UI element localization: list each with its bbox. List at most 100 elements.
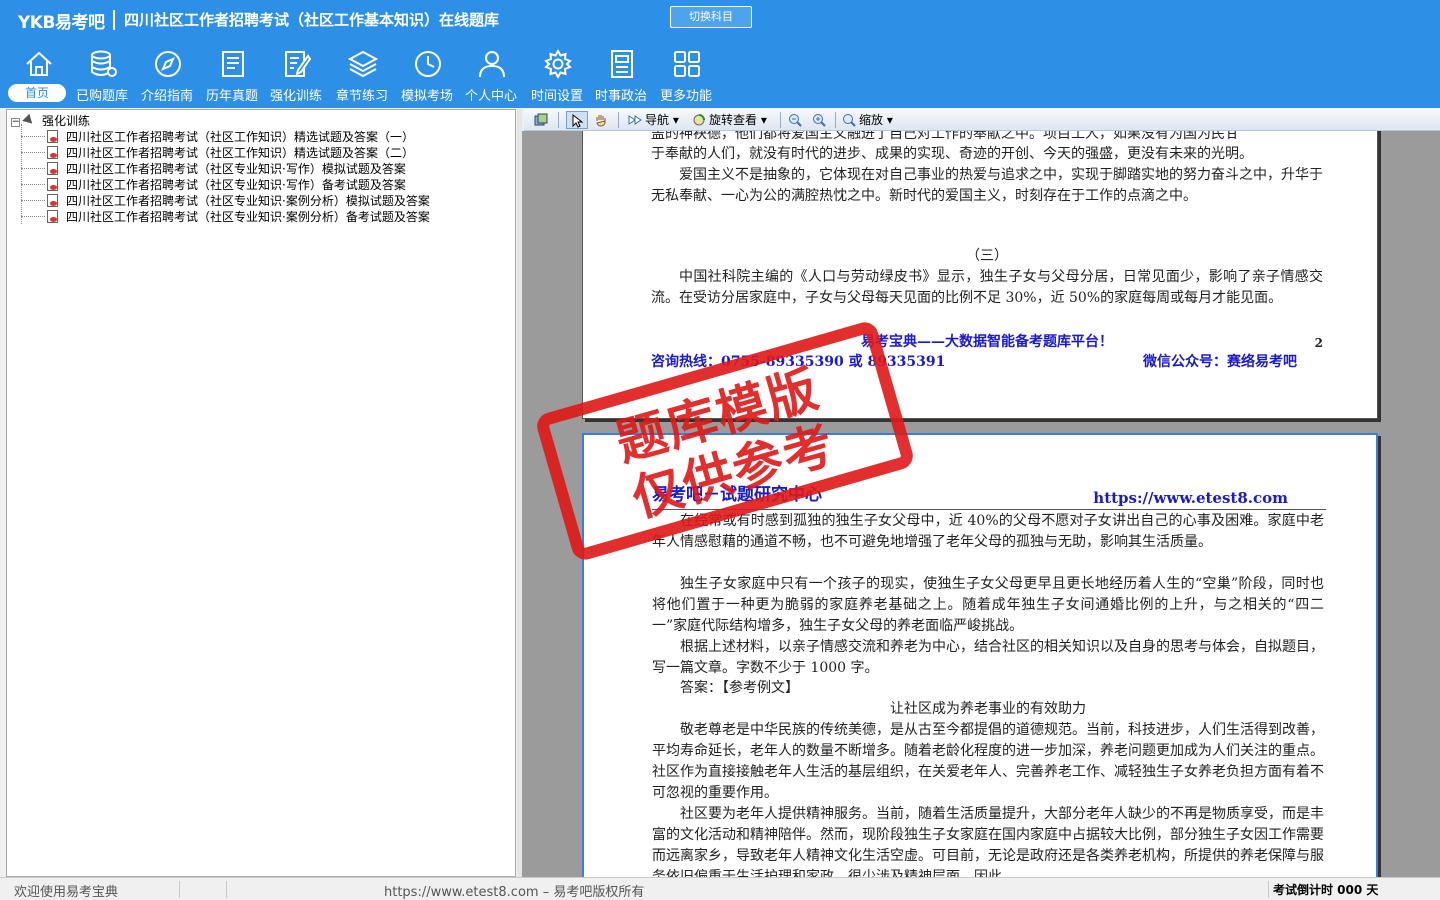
navigation-label: 导航 [645,113,670,127]
status-welcome: 欢迎使用易考宝典 [14,885,119,900]
cursor-arrow-icon [572,114,584,128]
tree-item-label: 四川社区工作者招聘考试（社区工作知识）精选试题及答案（二） [66,146,415,160]
gear-icon [542,48,574,80]
exam-countdown: 考试倒计时 000 天 [1273,883,1379,897]
status-separator [226,881,227,898]
nav-item-4[interactable]: 历年真题 [202,44,262,104]
page-header-left: 易考吧－试题研究中心 [652,485,822,505]
status-bar: 欢迎使用易考宝典 https://www.etest8.com – 易考吧版权所… [0,877,1440,900]
news-icon [606,48,638,80]
tree-item[interactable]: 四川社区工作者招聘考试（社区专业知识·案例分析）备考试题及答案 [47,208,430,224]
document-page: 盖的神袂德，他们都将爱国主义融进了自己对工作的奉献之中。项目工人，如果没有为国为… [582,131,1378,419]
paragraph: 根据上述材料，以亲子情感交流和养老为中心，结合社区的相关知识以及自身的思考与体会… [652,639,1324,676]
footer-wechat: 微信公众号：赛络易考吧 [1143,354,1297,370]
tree-item-label: 四川社区工作者招聘考试（社区专业知识·写作）模拟试题及答案 [66,162,406,176]
rotate-icon [693,114,705,126]
tree-connector [21,168,45,169]
zoom-out-button[interactable] [788,111,805,129]
page-number: 2 [1314,336,1323,350]
nav-item-5[interactable]: 强化训练 [266,44,326,104]
zoom-out-icon [789,114,802,127]
clock-icon [412,48,444,80]
edit-document-icon [281,48,313,80]
navigation-menu[interactable]: 导航 ▾ [628,111,679,129]
exam-document-icon [47,178,58,191]
nav-item-label: 更多功能 [659,89,712,104]
document-list-icon [217,48,249,80]
hand-icon [596,115,606,127]
nav-item-7[interactable]: 模拟考场 [397,44,457,104]
app-logo: YKB易考吧 [18,13,105,33]
user-icon [476,48,508,80]
exam-document-icon [47,162,58,175]
zoom-in-button[interactable] [812,111,829,129]
status-separator [1268,881,1269,898]
document-page: 易考吧－试题研究中心 https://www.etest8.com 在经常或有时… [582,433,1378,877]
tree-item[interactable]: 四川社区工作者招聘考试（社区工作知识）精选试题及答案（一） [47,128,414,144]
thumbnail-icon [534,113,548,126]
zoom-menu[interactable]: 缩放 ▾ [842,111,893,129]
nav-item-label: 首页 [8,84,66,102]
thumbnail-button[interactable] [534,111,551,129]
tree-connector [21,216,45,217]
exam-document-icon [47,210,58,223]
exam-document-icon [47,146,58,159]
navigation-icon [628,115,642,125]
database-icon [87,48,119,80]
nav-item-11[interactable]: 更多功能 [656,44,716,104]
tree-item[interactable]: 四川社区工作者招聘考试（社区工作知识）精选试题及答案（二） [47,144,414,160]
nav-item-6[interactable]: 章节练习 [332,44,392,104]
paragraph: 独生子女家庭中只有一个孩子的现实，使独生子女父母更早且更长地经历着人生的“空巢”… [652,576,1324,634]
hand-tool-button[interactable] [594,111,611,129]
tree-item[interactable]: 四川社区工作者招聘考试（社区专业知识·案例分析）模拟试题及答案 [47,192,430,208]
collapse-icon[interactable]: − [11,118,20,127]
answer-label: 答案：【参考例文】 [680,680,799,696]
status-copyright: https://www.etest8.com – 易考吧版权所有 [384,885,645,900]
tree-item-label: 四川社区工作者招聘考试（社区专业知识·写作）备考试题及答案 [66,178,406,192]
paragraph: 爱国主义不是抽象的，它体现在对自己事业的热爱与追求之中，实现于脚踏实地的努力奋斗… [651,167,1323,204]
main-nav: 首页 已购题库 介绍指南 历年真题 强化训练 章节练习 模拟考场 个人中心 时间设置 时事政治 更多… [0,44,760,106]
select-tool-button[interactable] [566,111,588,129]
magnifier-icon [843,114,856,127]
tree-connector [21,184,45,185]
toolbar-separator [835,112,836,128]
paragraph: 社区要为老年人提供精神服务。当前，随着生活质量提升，大部分老年人缺少的不再是物质… [652,806,1324,877]
layers-icon [347,48,379,80]
nav-item-3[interactable]: 介绍指南 [137,44,197,104]
footer-slogan: 易考宝典——大数据智能备考题库平台！ [861,334,1113,350]
nav-item-8[interactable]: 个人中心 [461,44,521,104]
tree-root[interactable]: − 强化训练 [11,112,90,129]
tree-connector [21,152,45,153]
rotate-view-menu[interactable]: 旋转查看 ▾ [692,111,767,129]
folder-icon [22,113,36,128]
rotate-view-label: 旋转查看 [709,113,758,127]
switch-subject-button[interactable]: 切换科目 [670,6,752,28]
nav-item-9[interactable]: 时间设置 [527,44,587,104]
app-header: YKB易考吧 四川社区工作者招聘考试（社区工作基本知识）在线题库 切换科目 首页… [0,0,1440,108]
nav-item-1[interactable]: 首页 [8,44,68,104]
tree-item[interactable]: 四川社区工作者招聘考试（社区专业知识·写作）备考试题及答案 [47,176,406,192]
zoom-in-icon [813,114,826,127]
title-divider [113,10,115,30]
tree-item[interactable]: 四川社区工作者招聘考试（社区专业知识·写作）模拟试题及答案 [47,160,406,176]
document-viewer[interactable]: 盖的神袂德，他们都将爱国主义融进了自己对工作的奉献之中。项目工人，如果没有为国为… [522,131,1440,877]
compass-icon [152,48,184,80]
tree-connector [21,200,45,201]
nav-item-2[interactable]: 已购题库 [72,44,132,104]
toolbar-separator [558,112,559,128]
paragraph: 盖的神袂德，他们都将爱国主义融进了自己对工作的奉献之中。项目工人，如果没有为国为… [651,131,1239,142]
status-separator [179,881,180,898]
viewer-toolbar: 导航 ▾ 旋转查看 ▾ 缩放 ▾ [524,109,1440,131]
grid-icon [671,48,703,80]
tree-item-label: 四川社区工作者招聘考试（社区专业知识·案例分析）模拟试题及答案 [66,194,430,208]
nav-item-10[interactable]: 时事政治 [591,44,651,104]
app-title: 四川社区工作者招聘考试（社区工作基本知识）在线题库 [124,11,500,29]
page-header-url: https://www.etest8.com [1093,489,1288,507]
chapter-tree-panel: − 强化训练 四川社区工作者招聘考试（社区工作知识）精选试题及答案（一） 四川社区工… [6,109,516,877]
home-icon [23,48,55,80]
paragraph: 在经常或有时感到孤独的独生子女父母中，近 40%的父母不愿对子女讲出自己的心事及… [652,513,1324,550]
paragraph: 中国社科院主编的《人口与劳动绿皮书》显示，独生子女与父母分居，日常见面少，影响了… [651,269,1323,306]
tree-root-label: 强化训练 [42,114,91,128]
header-rule [652,509,1326,510]
tree-item-label: 四川社区工作者招聘考试（社区专业知识·案例分析）备考试题及答案 [66,210,430,224]
